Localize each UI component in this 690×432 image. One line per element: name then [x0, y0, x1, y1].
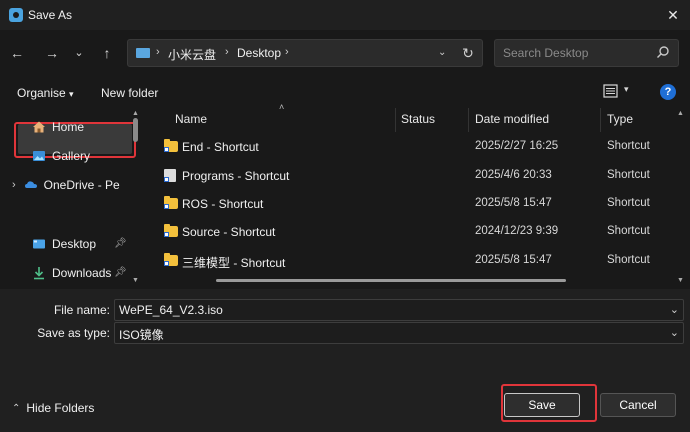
- chevron-right-icon[interactable]: ›: [285, 46, 289, 58]
- chevron-right-icon: ›: [225, 46, 229, 58]
- chevron-down-icon[interactable]: ⌄: [670, 303, 679, 316]
- home-icon: [32, 120, 46, 134]
- column-header-status[interactable]: Status: [401, 112, 435, 126]
- onedrive-icon: [24, 178, 38, 192]
- save-type-label: Save as type:: [37, 326, 110, 340]
- help-icon[interactable]: ?: [660, 84, 676, 100]
- window-title: Save As: [28, 8, 73, 22]
- scroll-up-icon[interactable]: ▲: [677, 110, 684, 117]
- gallery-icon: [32, 149, 46, 163]
- close-icon[interactable]: ✕: [662, 4, 684, 26]
- file-row[interactable]: Source - Shortcut 2024/12/23 9:39 Shortc…: [147, 218, 690, 246]
- save-highlight-box: [501, 384, 597, 422]
- file-date: 2025/4/6 20:33: [475, 169, 552, 181]
- file-type: Shortcut: [607, 169, 650, 181]
- save-type-value: ISO镜像: [119, 328, 164, 342]
- file-date: 2025/2/27 16:25: [475, 140, 559, 152]
- file-type: Shortcut: [607, 197, 650, 209]
- search-input[interactable]: Search Desktop: [494, 39, 679, 67]
- arrow-left-icon[interactable]: ←: [6, 42, 28, 64]
- file-name: End - Shortcut: [182, 140, 259, 154]
- file-row[interactable]: ROS - Shortcut 2025/5/8 15:47 Shortcut: [147, 190, 690, 218]
- desktop-icon: [32, 237, 46, 251]
- horizontal-scrollbar[interactable]: [216, 279, 566, 282]
- sidebar-item-home[interactable]: Home: [32, 115, 84, 139]
- pin-icon[interactable]: 📌︎: [114, 267, 127, 278]
- sidebar-item-label: Downloads: [52, 266, 112, 280]
- file-name: 三维模型 - Shortcut: [182, 256, 286, 270]
- download-icon: [32, 266, 46, 280]
- sidebar-item-label: Home: [52, 120, 85, 134]
- chevron-right-icon[interactable]: ›: [12, 179, 16, 191]
- scroll-up-icon[interactable]: ▲: [132, 110, 139, 117]
- column-header-type[interactable]: Type: [607, 112, 633, 126]
- refresh-icon[interactable]: ↻: [458, 43, 478, 63]
- file-row[interactable]: End - Shortcut 2025/2/27 16:25 Shortcut: [147, 133, 690, 161]
- sidebar-item-gallery[interactable]: Gallery: [32, 144, 90, 168]
- folder-shortcut-icon: [164, 139, 178, 152]
- file-date: 2025/5/8 15:47: [475, 254, 552, 266]
- chevron-right-icon: ›: [156, 46, 160, 58]
- arrow-right-icon[interactable]: →: [41, 42, 63, 64]
- search-icon: [655, 45, 671, 61]
- column-divider[interactable]: [395, 108, 396, 132]
- program-shortcut-icon: [164, 169, 176, 182]
- cancel-button[interactable]: Cancel: [600, 393, 676, 417]
- view-options-icon[interactable]: ▾: [603, 84, 633, 102]
- column-header-date[interactable]: Date modified: [475, 112, 549, 126]
- column-header-row: ˄ Name Status Date modified Type: [147, 102, 690, 132]
- file-type: Shortcut: [607, 225, 650, 237]
- organise-label: Organise: [17, 86, 66, 100]
- desktop-icon: [136, 48, 150, 58]
- chevron-down-icon[interactable]: ⌄: [438, 47, 446, 58]
- sidebar-item-downloads[interactable]: Downloads: [32, 261, 111, 285]
- app-icon: [9, 8, 23, 22]
- organise-menu[interactable]: Organise ▾: [17, 86, 74, 100]
- file-type: Shortcut: [607, 254, 650, 266]
- file-type: Shortcut: [607, 140, 650, 152]
- sidebar-item-desktop[interactable]: Desktop: [32, 232, 96, 256]
- folder-shortcut-icon: [164, 196, 178, 209]
- breadcrumb-item[interactable]: Desktop: [237, 46, 281, 60]
- sidebar-item-label: Desktop: [52, 237, 97, 251]
- file-name: Programs - Shortcut: [182, 169, 290, 183]
- sidebar-scrollbar[interactable]: [133, 118, 138, 142]
- file-name: Source - Shortcut: [182, 225, 276, 239]
- address-bar[interactable]: › 小米云盘 › Desktop › ⌄ ↻: [127, 39, 483, 67]
- hide-folders-label: Hide Folders: [26, 401, 95, 415]
- save-type-select[interactable]: ISO镜像 ⌄: [114, 322, 684, 344]
- caret-up-icon: ⌃: [12, 402, 21, 414]
- title-bar: [0, 0, 690, 30]
- caret-down-icon: ▾: [69, 89, 74, 99]
- sidebar-item-onedrive[interactable]: › OneDrive - Perso: [12, 173, 120, 197]
- file-name: ROS - Shortcut: [182, 197, 264, 211]
- hide-folders-toggle[interactable]: ⌃ Hide Folders: [12, 401, 94, 415]
- file-name-field[interactable]: WePE_64_V2.3.iso ⌄: [114, 299, 684, 321]
- sidebar-item-label: Gallery: [52, 149, 91, 163]
- column-divider[interactable]: [600, 108, 601, 132]
- new-folder-button[interactable]: New folder: [101, 86, 158, 100]
- breadcrumb-item[interactable]: 小米云盘: [168, 46, 216, 63]
- folder-shortcut-icon: [164, 253, 178, 266]
- sidebar-item-label: OneDrive - Perso: [43, 178, 120, 192]
- chevron-down-icon[interactable]: ⌄: [68, 42, 90, 64]
- column-divider[interactable]: [468, 108, 469, 132]
- scroll-down-icon[interactable]: ▼: [677, 277, 684, 284]
- file-row[interactable]: 三维模型 - Shortcut 2025/5/8 15:47 Shortcut: [147, 247, 690, 275]
- file-name-value: WePE_64_V2.3.iso: [119, 303, 223, 317]
- sort-up-icon: ˄: [279, 102, 285, 112]
- file-date: 2024/12/23 9:39: [475, 225, 559, 237]
- scroll-down-icon[interactable]: ▼: [132, 277, 139, 284]
- file-name-label: File name:: [53, 303, 110, 317]
- search-placeholder: Search Desktop: [503, 46, 589, 60]
- folder-shortcut-icon: [164, 224, 178, 237]
- chevron-down-icon[interactable]: ⌄: [670, 326, 679, 339]
- pin-icon[interactable]: 📌︎: [114, 238, 127, 249]
- column-header-name[interactable]: Name: [175, 112, 207, 126]
- arrow-up-icon[interactable]: ↑: [96, 42, 118, 64]
- file-row[interactable]: Programs - Shortcut 2025/4/6 20:33 Short…: [147, 162, 690, 190]
- file-date: 2025/5/8 15:47: [475, 197, 552, 209]
